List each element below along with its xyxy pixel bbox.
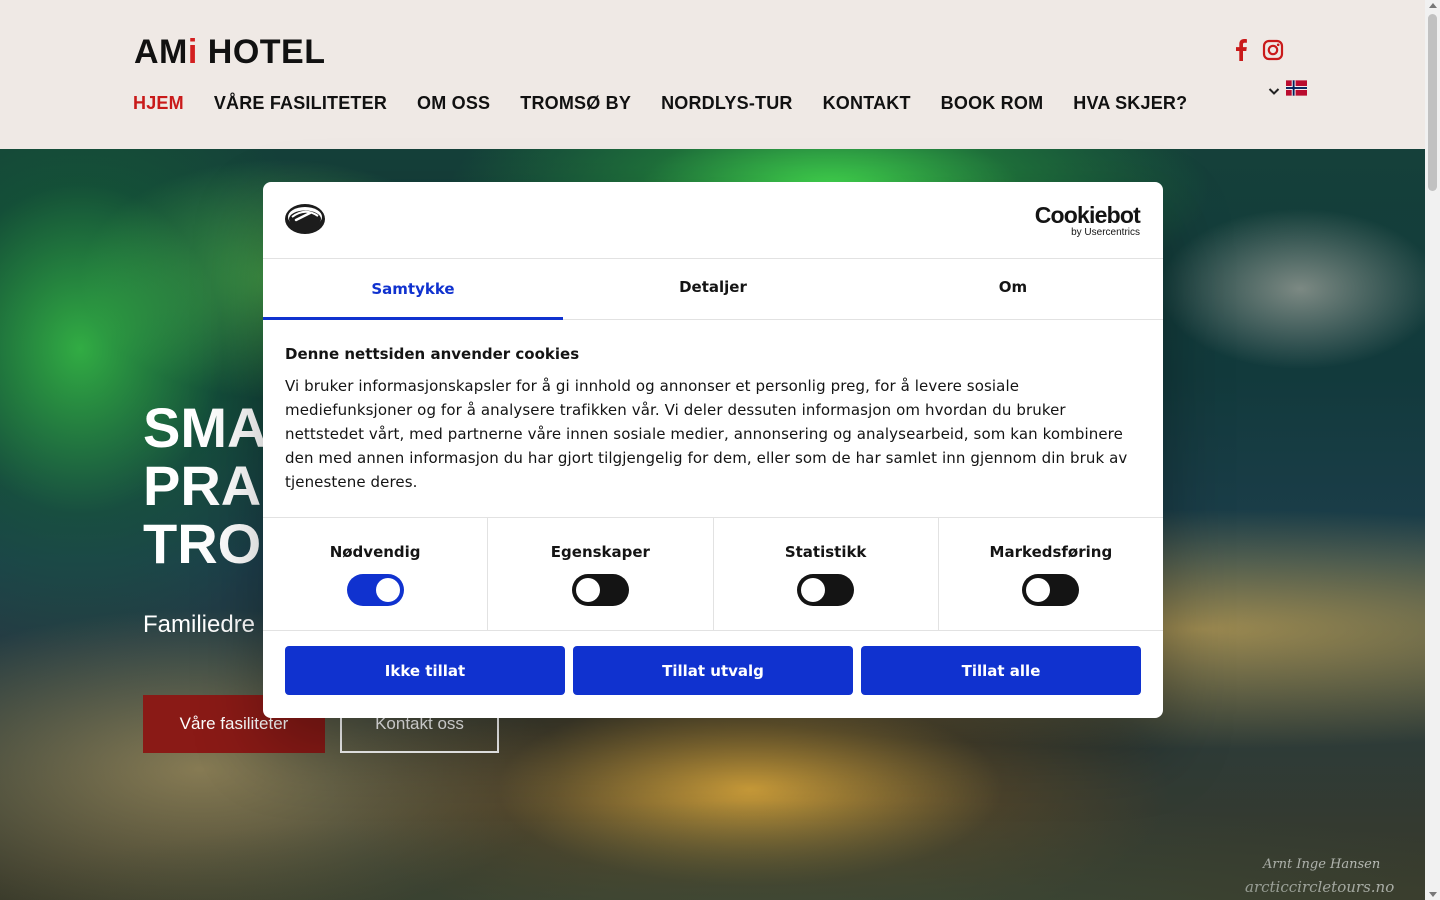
dialog-body: Denne nettsiden anvender cookies Vi bruk… xyxy=(263,320,1163,517)
hotel-logo[interactable]: AMi HOTEL xyxy=(134,34,326,70)
nav-item-hjem[interactable]: HJEM xyxy=(133,91,184,115)
social-links xyxy=(1230,37,1284,63)
scroll-up-arrow-icon[interactable] xyxy=(1429,3,1437,8)
category-statistics: Statistikk xyxy=(714,518,939,630)
category-label: Egenskaper xyxy=(550,543,650,561)
category-necessary: Nødvendig xyxy=(263,518,489,630)
toggle-knob xyxy=(375,578,400,602)
watermark-signature: Arnt Inge Hansen xyxy=(1263,857,1381,872)
dialog-heading: Denne nettsiden anvender cookies xyxy=(285,345,580,363)
logo-text-i: i xyxy=(187,33,198,71)
consent-categories: Nødvendig Egenskaper Statistikk Markedsf… xyxy=(263,517,1163,631)
norwegian-flag-icon xyxy=(1286,80,1307,100)
dialog-description: Vi bruker informasjonskapsler for å gi i… xyxy=(285,377,1128,491)
tab-om[interactable]: Om xyxy=(863,259,1163,319)
category-label: Markedsføring xyxy=(989,543,1113,561)
dialog-header: Cookiebot by Usercentrics xyxy=(263,182,1163,259)
scroll-down-arrow-icon[interactable] xyxy=(1429,892,1437,897)
facebook-icon[interactable] xyxy=(1230,37,1252,63)
site-header: AMi HOTEL HJEM VÅRE FASILITETER OM OSS T… xyxy=(0,0,1425,149)
scrollbar-thumb[interactable] xyxy=(1428,14,1437,191)
category-preferences: Egenskaper xyxy=(488,518,714,630)
dialog-tabs: Samtykke Detaljer Om xyxy=(263,259,1163,320)
allow-all-button[interactable]: Tillat alle xyxy=(861,646,1141,695)
tab-samtykke[interactable]: Samtykke xyxy=(263,259,563,320)
language-selector[interactable] xyxy=(1268,80,1307,100)
necessary-toggle[interactable] xyxy=(346,574,404,606)
nav-item-kontakt[interactable]: KONTAKT xyxy=(823,91,911,115)
dialog-actions: Ikke tillat Tillat utvalg Tillat alle xyxy=(263,631,1163,695)
nav-item-tromso-by[interactable]: TROMSØ BY xyxy=(520,91,631,115)
cookiebot-brand-name: Cookiebot xyxy=(1034,202,1141,228)
category-label: Statistikk xyxy=(784,543,867,561)
toggle-knob xyxy=(801,578,826,602)
watermark-site: arcticcircletours.no xyxy=(1245,878,1395,896)
instagram-icon[interactable] xyxy=(1262,37,1284,63)
allow-selection-button[interactable]: Tillat utvalg xyxy=(573,646,853,695)
toggle-knob xyxy=(1026,578,1051,602)
nav-item-nordlys-tur[interactable]: NORDLYS-TUR xyxy=(661,91,793,115)
nav-item-fasiliteter[interactable]: VÅRE FASILITETER xyxy=(214,91,387,115)
main-navigation: HJEM VÅRE FASILITETER OM OSS TROMSØ BY N… xyxy=(133,91,1187,115)
hero-subtitle: Familiedre xyxy=(143,611,256,638)
statistics-toggle[interactable] xyxy=(797,574,855,606)
nav-item-book-rom[interactable]: BOOK ROM xyxy=(941,91,1044,115)
page-scrollbar[interactable] xyxy=(1425,0,1440,900)
cookiebot-brand-sub: by Usercentrics xyxy=(1071,227,1140,238)
category-label: Nødvendig xyxy=(329,543,421,561)
cookie-logo-icon xyxy=(284,203,326,239)
cookie-consent-dialog: Cookiebot by Usercentrics Samtykke Detal… xyxy=(263,182,1163,718)
deny-button[interactable]: Ikke tillat xyxy=(285,646,565,695)
logo-text-suffix: HOTEL xyxy=(197,33,326,71)
category-marketing: Markedsføring xyxy=(939,518,1163,630)
cookiebot-brand[interactable]: Cookiebot by Usercentrics xyxy=(1034,202,1141,238)
marketing-toggle[interactable] xyxy=(1022,574,1080,606)
photo-watermark: Arnt Inge Hansen arcticcircletours.no xyxy=(1245,854,1394,898)
nav-item-om-oss[interactable]: OM OSS xyxy=(417,91,490,115)
nav-item-hva-skjer[interactable]: HVA SKJER? xyxy=(1073,91,1187,115)
toggle-knob xyxy=(575,578,600,602)
chevron-down-icon xyxy=(1268,81,1280,100)
preferences-toggle[interactable] xyxy=(571,574,629,606)
logo-text-prefix: AM xyxy=(134,33,188,71)
tab-detaljer[interactable]: Detaljer xyxy=(563,259,863,319)
